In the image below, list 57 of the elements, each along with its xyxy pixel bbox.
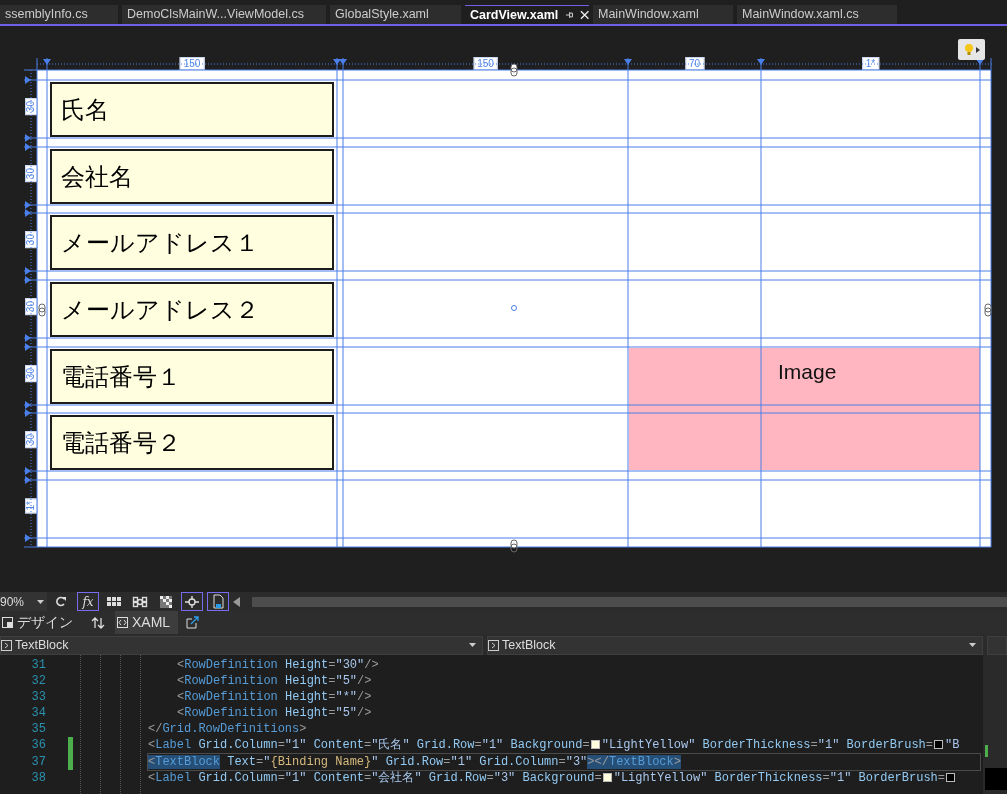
checkerboard-icon <box>158 593 174 610</box>
popout-icon[interactable] <box>186 616 200 629</box>
document-tab[interactable]: MainWindow.xaml <box>593 5 733 24</box>
lightbulb-button[interactable] <box>958 39 985 60</box>
label-control[interactable]: メールアドレス２ <box>50 282 334 337</box>
code-line[interactable]: <RowDefinition Height="*"/> <box>177 689 372 706</box>
document-tab[interactable]: ssemblyInfo.cs <box>0 5 118 24</box>
pin-icon[interactable] <box>564 10 574 20</box>
label-control[interactable]: 電話番号１ <box>50 349 334 404</box>
zoom-combo[interactable]: 90% <box>0 592 47 611</box>
link-icon[interactable] <box>510 63 518 77</box>
image-placeholder[interactable]: Image <box>629 348 980 470</box>
link-icon[interactable] <box>984 303 992 317</box>
fx-button[interactable]: fx <box>77 592 99 611</box>
label-control[interactable]: 会社名 <box>50 149 334 204</box>
element-dropdown[interactable]: TextBlock <box>487 635 983 655</box>
label-control[interactable]: メールアドレス１ <box>50 215 334 270</box>
line-number: 34 <box>30 705 47 722</box>
label-control[interactable]: 氏名 <box>50 82 334 137</box>
caret-icon <box>37 599 44 604</box>
label-control[interactable]: 電話番号２ <box>50 415 334 470</box>
code-line[interactable]: <RowDefinition Height="30"/> <box>177 657 379 674</box>
code-line[interactable]: <RowDefinition Height="5"/> <box>177 705 372 722</box>
toolbar-button[interactable] <box>181 592 203 611</box>
view-tab[interactable]: デザイン <box>0 611 81 634</box>
close-icon[interactable] <box>579 10 589 20</box>
document-icon <box>210 593 226 610</box>
document-tab[interactable]: MainWindow.xaml.cs <box>737 5 897 24</box>
handle-icon[interactable] <box>511 305 517 311</box>
element-icon <box>1 639 12 651</box>
code-line[interactable]: <Label Grid.Column="1" Content="会社名" Grid.Row="3" Background= "LightYellow" BorderThickness="1" BorderBrush= <box>148 769 957 786</box>
code-line[interactable]: </Grid.RowDefinitions> <box>148 721 307 738</box>
line-number: 33 <box>30 689 47 706</box>
line-number: 38 <box>30 769 47 786</box>
code-icon <box>117 617 128 628</box>
code-line[interactable]: <TextBlock Text="{Binding Name}" Grid.Row="1" Grid.Column="3"></TextBlock> <box>148 753 980 770</box>
link-icon[interactable] <box>510 539 518 553</box>
line-number: 37 <box>0 753 73 770</box>
horizontal-scrollbar[interactable] <box>252 596 1007 607</box>
line-number: 36 <box>0 737 73 754</box>
element-dropdown[interactable]: TextBlock <box>0 635 483 655</box>
caret-icon <box>969 643 976 647</box>
scroll-left-icon[interactable] <box>233 596 240 607</box>
swap-icon[interactable] <box>91 616 105 629</box>
document-tab[interactable]: GlobalStyle.xaml <box>330 5 461 24</box>
code-line[interactable]: <RowDefinition Height="5"/> <box>177 673 372 690</box>
line-number: 35 <box>30 721 47 738</box>
caret-icon <box>469 643 476 647</box>
element-icon <box>488 639 499 651</box>
vertical-scrollbar[interactable] <box>983 655 1007 794</box>
document-tab[interactable]: DemoClsMainW...ViewModel.cs <box>122 5 326 24</box>
code-line[interactable]: <Label Grid.Column="1" Content="氏名" Grid.Row="1" Background= "LightYellow" BorderThickness="1" BorderBrush= "B <box>148 737 960 754</box>
line-number: 31 <box>30 657 47 674</box>
line-number: 32 <box>30 673 47 690</box>
design-icon <box>2 617 13 628</box>
lightbulb-icon <box>962 42 981 57</box>
view-tab[interactable]: XAML <box>115 611 179 634</box>
